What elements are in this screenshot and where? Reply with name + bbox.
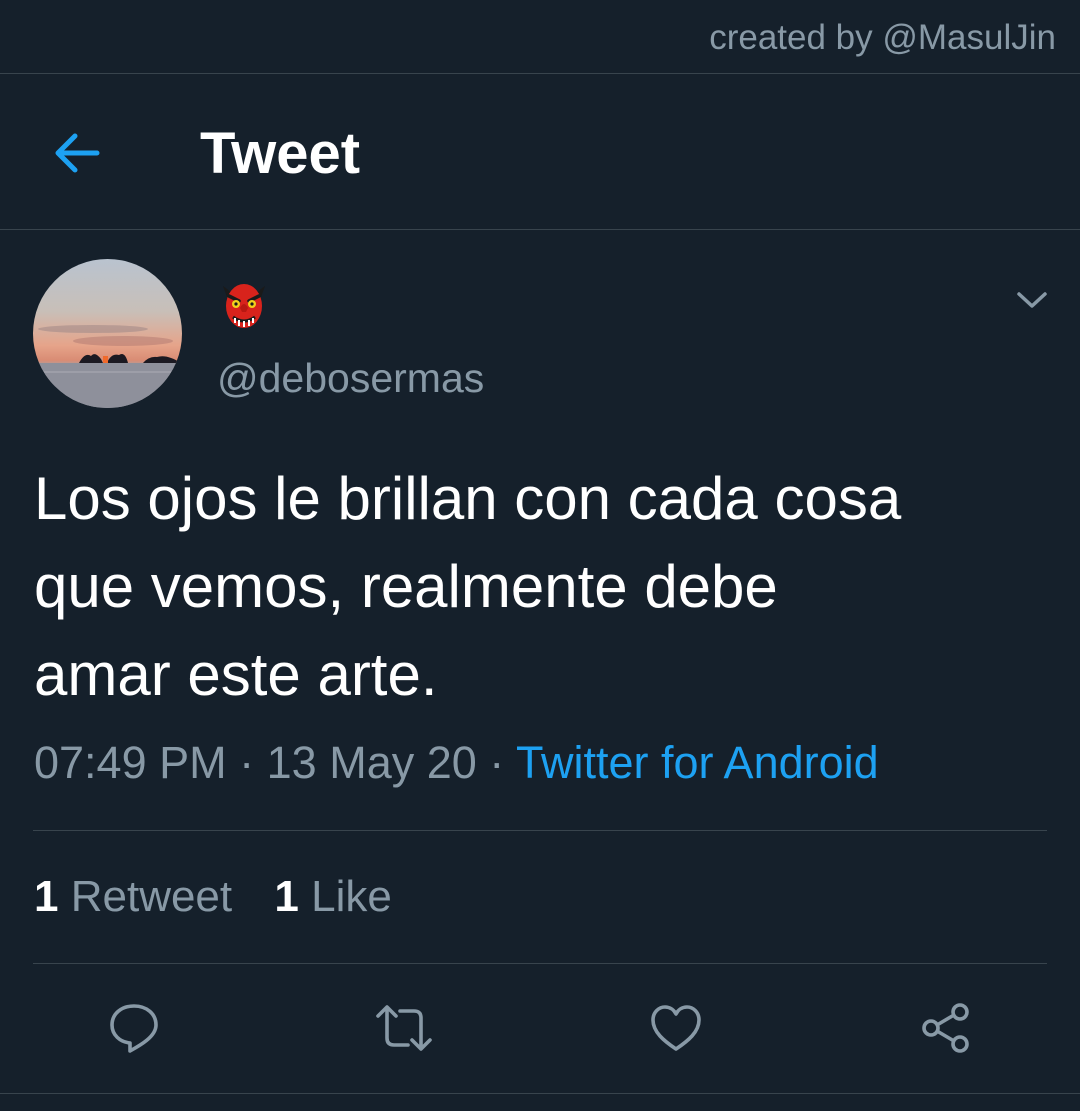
- tweet-meta: 07:49 PM · 13 May 20 · Twitter for Andro…: [34, 737, 879, 789]
- arrow-left-icon: [55, 133, 100, 173]
- reply-button[interactable]: [104, 998, 164, 1058]
- reply-icon: [110, 1004, 158, 1053]
- retweets-label: Retweet: [70, 872, 233, 921]
- sunset-photo: [33, 259, 182, 408]
- like-button[interactable]: [646, 998, 706, 1058]
- page-title: Tweet: [200, 121, 361, 186]
- tweet-source-link[interactable]: Twitter for Android: [516, 737, 879, 788]
- user-handle[interactable]: @debosermas: [217, 355, 484, 402]
- back-button[interactable]: [46, 122, 108, 184]
- top-app-bar: Tweet: [0, 74, 1080, 230]
- likes-label: Like: [311, 872, 392, 921]
- likes-count: 1: [274, 872, 299, 921]
- retweets-stat[interactable]: 1 Retweet: [34, 872, 232, 922]
- display-name[interactable]: [218, 278, 270, 330]
- likes-stat[interactable]: 1 Like: [274, 872, 391, 922]
- divider: [33, 830, 1047, 831]
- retweet-icon: [376, 1005, 432, 1051]
- watermark-bar: created by @MasulJin: [0, 0, 1080, 74]
- watermark-text: created by @MasulJin: [709, 18, 1056, 57]
- chevron-down-icon: [1017, 292, 1047, 308]
- action-bar: [0, 990, 1080, 1070]
- share-icon: [922, 1003, 969, 1053]
- share-button[interactable]: [916, 998, 976, 1058]
- divider: [0, 1093, 1080, 1094]
- tengu-mask-emoji: [223, 284, 265, 328]
- tweet-text: Los ojos le brillan con cada cosa que ve…: [34, 465, 902, 708]
- retweets-count: 1: [34, 872, 59, 921]
- meta-separator: ·: [489, 737, 505, 788]
- tweet-time: 07:49 PM: [34, 737, 227, 788]
- divider: [33, 963, 1047, 964]
- like-icon: [651, 1005, 701, 1051]
- avatar[interactable]: [33, 259, 182, 408]
- meta-separator: ·: [239, 737, 255, 788]
- tweet-stats: 1 Retweet 1 Like: [34, 872, 392, 922]
- retweet-button[interactable]: [374, 998, 434, 1058]
- tweet-date: 13 May 20: [266, 737, 477, 788]
- more-options-button[interactable]: [1010, 280, 1054, 320]
